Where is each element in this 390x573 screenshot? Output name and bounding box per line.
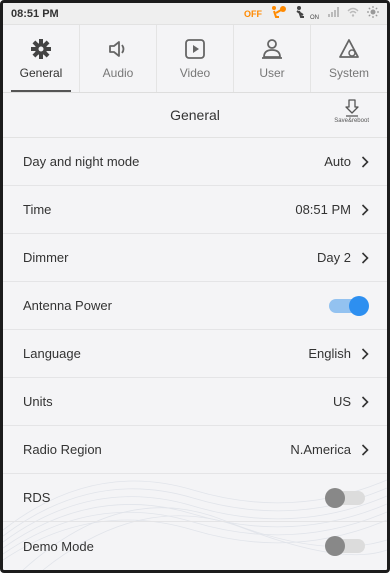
setting-label: Radio Region: [23, 442, 102, 457]
toggle-knob: [325, 487, 345, 508]
setting-demo-mode: Demo Mode: [3, 522, 387, 570]
tab-bar: General Audio Video User System: [3, 25, 387, 93]
setting-language[interactable]: Language English: [3, 330, 387, 378]
antenna-power-toggle[interactable]: [329, 295, 369, 316]
tab-label: User: [259, 66, 285, 80]
section-header: General Save&reboot: [3, 93, 387, 138]
gear-icon: [31, 39, 51, 59]
setting-antenna-power: Antenna Power: [3, 282, 387, 330]
status-icons: OFF ON: [244, 5, 379, 22]
chevron-right-icon: [361, 251, 369, 264]
setting-radio-region[interactable]: Radio Region N.America: [3, 426, 387, 474]
tab-label: General: [19, 66, 63, 80]
tab-system[interactable]: System: [311, 25, 387, 92]
chevron-right-icon: [361, 443, 369, 456]
setting-day-night-mode[interactable]: Day and night mode Auto: [3, 138, 387, 186]
save-reboot-button[interactable]: Save&reboot: [334, 99, 369, 124]
tab-label: System: [328, 66, 369, 80]
status-bar: 08:51 PM OFF ON: [3, 3, 387, 25]
setting-dimmer[interactable]: Dimmer Day 2: [3, 234, 387, 282]
setting-label: Units: [23, 394, 53, 409]
toggle-knob: [325, 536, 345, 556]
play-icon: [185, 39, 205, 59]
setting-label: Time: [23, 202, 52, 217]
chevron-right-icon: [361, 155, 369, 168]
tab-user[interactable]: User: [234, 25, 311, 92]
setting-value: English: [308, 346, 351, 361]
seatbelt-icon: [294, 5, 310, 22]
setting-value: Day 2: [317, 250, 351, 265]
setting-value: Auto: [324, 154, 351, 169]
rds-toggle[interactable]: [325, 487, 365, 508]
tab-audio[interactable]: Audio: [80, 25, 157, 92]
system-gear-icon: [339, 39, 359, 58]
chevron-right-icon: [361, 203, 369, 216]
airbag-off-label: OFF: [244, 8, 262, 19]
section-title: General: [170, 107, 220, 123]
save-reboot-label: Save&reboot: [334, 118, 369, 124]
tab-general[interactable]: General: [3, 25, 80, 92]
chevron-right-icon: [361, 395, 369, 408]
chevron-right-icon: [361, 347, 369, 360]
tab-label: Video: [179, 66, 211, 80]
setting-label: Antenna Power: [23, 298, 112, 313]
setting-label: RDS: [23, 490, 51, 505]
wifi-icon: [347, 7, 359, 20]
setting-value: 08:51 PM: [295, 202, 351, 217]
setting-label: Language: [23, 346, 81, 361]
setting-value: US: [332, 394, 351, 409]
status-time: 08:51 PM: [11, 7, 59, 20]
setting-label: Dimmer: [23, 250, 69, 265]
setting-units[interactable]: Units US: [3, 378, 387, 426]
demo-mode-toggle[interactable]: [325, 536, 365, 556]
setting-rds: RDS: [3, 474, 387, 522]
signal-icon: [327, 7, 339, 20]
tab-label: Audio: [102, 66, 134, 80]
seatbelt-on-label: ON: [310, 14, 319, 21]
setting-label: Day and night mode: [23, 154, 140, 169]
settings-list: Day and night mode Auto Time 08:51 PM Di…: [3, 138, 387, 570]
setting-label: Demo Mode: [23, 538, 94, 554]
user-icon: [262, 39, 282, 59]
setting-value: N.America: [290, 442, 351, 457]
tab-video[interactable]: Video: [157, 25, 234, 92]
speaker-icon: [109, 41, 125, 57]
app-frame: 08:51 PM OFF ON General Audio Video User…: [0, 0, 390, 573]
airbag-icon: [270, 5, 286, 22]
toggle-knob: [349, 295, 369, 316]
brightness-icon: [367, 6, 379, 21]
download-icon: [344, 99, 359, 117]
setting-time[interactable]: Time 08:51 PM: [3, 186, 387, 234]
